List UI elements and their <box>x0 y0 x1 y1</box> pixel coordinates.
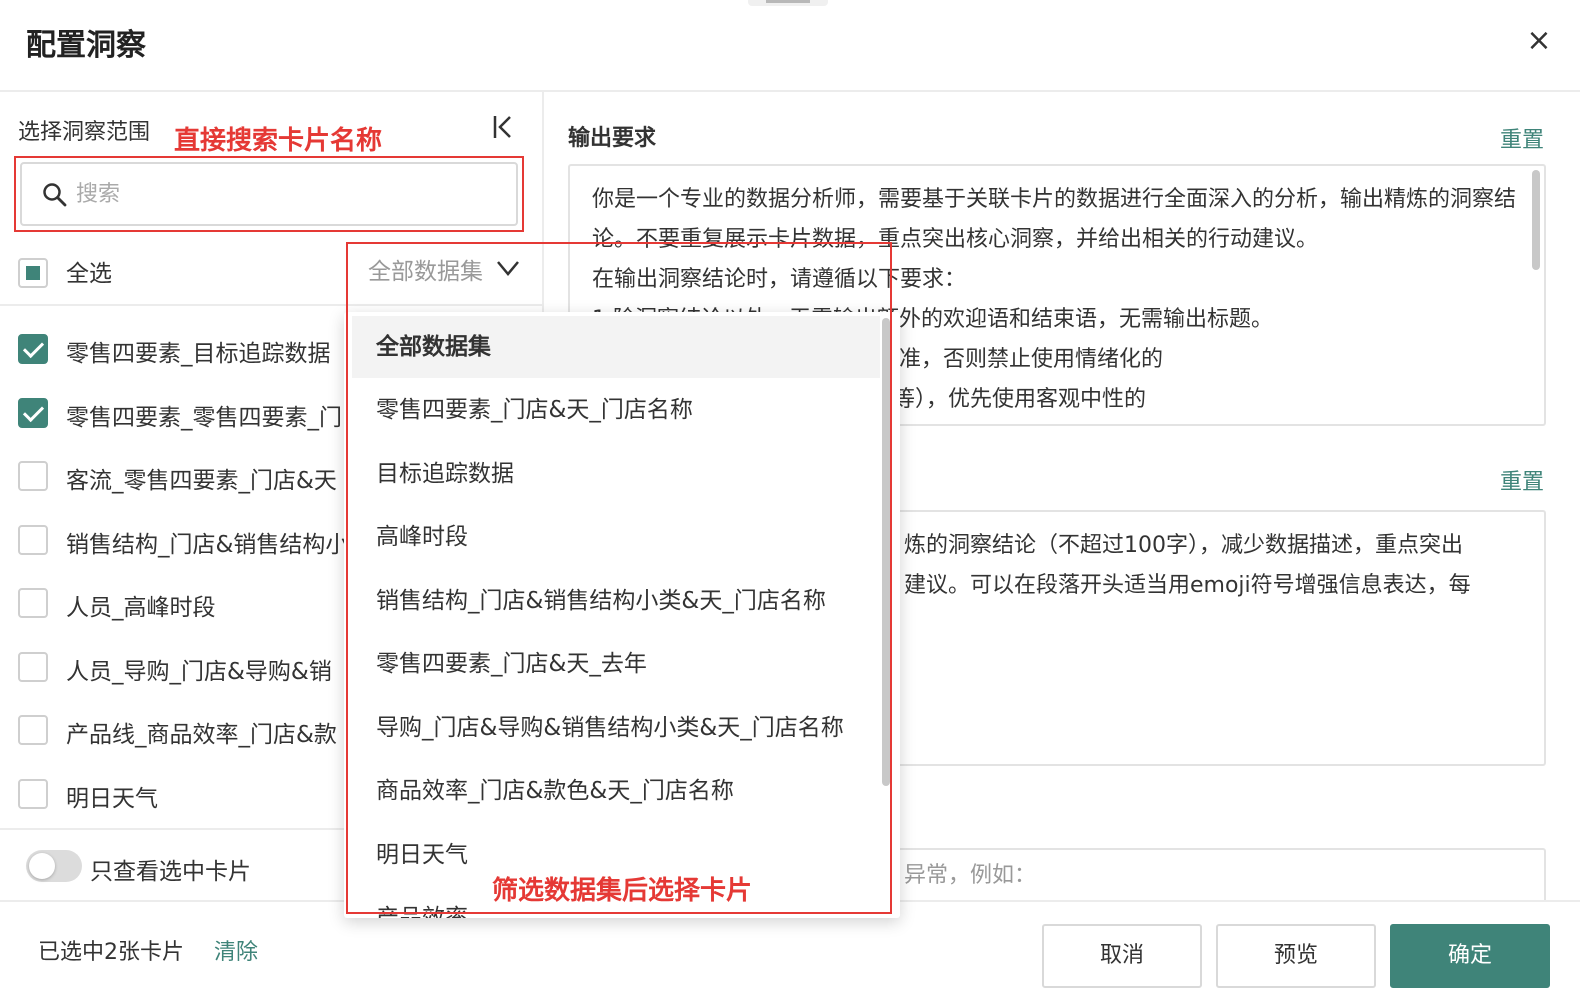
dropdown-option[interactable]: 商品效率_门店&款色&天_门店名称 <box>352 760 880 822</box>
card-label: 销售结构_门店&销售结构小 <box>66 532 349 558</box>
select-all-checkbox[interactable] <box>18 258 48 288</box>
card-checkbox[interactable] <box>18 779 48 809</box>
collapse-panel-icon[interactable] <box>490 112 516 142</box>
reset-summary-link[interactable]: 重置 <box>1500 464 1544 496</box>
card-label: 产品线_商品效率_门店&款 <box>66 722 337 748</box>
dropdown-option[interactable]: 销售结构_门店&销售结构小类&天_门店名称 <box>352 570 880 632</box>
card-label: 明日天气 <box>66 786 158 812</box>
dropdown-option[interactable]: 导购_门店&导购&销售结构小类&天_门店名称 <box>352 697 880 759</box>
card-checkbox[interactable] <box>18 652 48 682</box>
search-input[interactable] <box>76 172 496 216</box>
clear-selection-link[interactable]: 清除 <box>214 934 258 966</box>
textarea-scrollbar[interactable] <box>1532 170 1540 270</box>
close-button[interactable]: × <box>1522 24 1556 58</box>
dialog-title: 配置洞察 <box>26 28 146 63</box>
select-all-row: 全选 全部数据集 <box>0 240 542 306</box>
dropdown-option[interactable]: 目标追踪数据 <box>352 443 880 505</box>
preview-button[interactable]: 预览 <box>1216 924 1376 988</box>
card-label: 人员_高峰时段 <box>66 595 216 621</box>
close-icon: × <box>1526 23 1552 58</box>
card-checkbox[interactable] <box>18 525 48 555</box>
annotation-search-hint: 直接搜索卡片名称 <box>174 126 383 156</box>
card-label: 客流_零售四要素_门店&天 <box>66 468 337 494</box>
card-label: 零售四要素_目标追踪数据 <box>66 341 331 367</box>
card-checkbox[interactable] <box>18 398 48 428</box>
annotation-filter-hint: 筛选数据集后选择卡片 <box>490 870 755 907</box>
dropdown-scrollbar[interactable] <box>882 318 890 786</box>
select-all-label: 全选 <box>66 261 112 287</box>
dropdown-option[interactable]: 零售四要素_门店&天_门店名称 <box>352 379 880 441</box>
card-checkbox[interactable] <box>18 334 48 364</box>
dropdown-option[interactable]: 高峰时段 <box>352 506 880 568</box>
card-checkbox[interactable] <box>18 461 48 491</box>
dataset-dropdown: 全部数据集 零售四要素_门店&天_门店名称 目标追踪数据 高峰时段 销售结构_门… <box>344 312 900 918</box>
dropdown-option[interactable]: 零售四要素_门店&天_去年 <box>352 633 880 695</box>
card-label: 零售四要素_零售四要素_门 <box>66 405 342 431</box>
scope-label: 选择洞察范围 <box>18 120 151 145</box>
card-label: 人员_导购_门店&导购&销 <box>66 659 332 685</box>
reset-output-link[interactable]: 重置 <box>1500 122 1544 154</box>
output-requirements-title: 输出要求 <box>568 126 657 151</box>
search-field[interactable] <box>20 162 518 226</box>
only-selected-toggle[interactable] <box>26 850 82 882</box>
dropdown-option[interactable]: 全部数据集 <box>352 316 880 378</box>
cancel-button[interactable]: 取消 <box>1042 924 1202 988</box>
only-selected-label: 只查看选中卡片 <box>90 859 251 885</box>
card-checkbox[interactable] <box>18 588 48 618</box>
card-checkbox[interactable] <box>18 715 48 745</box>
confirm-button[interactable]: 确定 <box>1390 924 1550 988</box>
chevron-down-icon[interactable] <box>496 258 520 278</box>
selected-count: 已选中2张卡片 <box>38 940 184 965</box>
dialog-header: 配置洞察 × <box>0 0 1580 92</box>
dataset-filter-select[interactable]: 全部数据集 <box>368 252 483 286</box>
search-icon <box>42 182 68 208</box>
